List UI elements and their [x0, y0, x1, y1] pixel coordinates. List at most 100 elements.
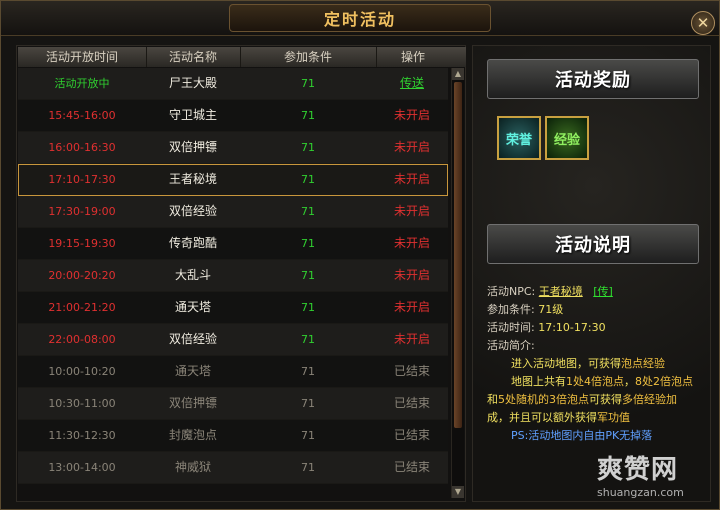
intro-text: 成，并且可以额外获得 — [487, 411, 597, 424]
activity-name: 通天塔 — [174, 300, 211, 314]
intro-text: 可获得 — [589, 393, 622, 406]
table-row[interactable]: 16:00-16:30 双倍押镖 71 未开启 — [18, 132, 448, 164]
condition-label: 参加条件: — [487, 303, 535, 316]
activity-time: 19:15-19:30 — [48, 237, 116, 250]
scroll-up-icon[interactable]: ▲ — [452, 68, 464, 80]
table-row[interactable]: 15:45-16:00 守卫城主 71 未开启 — [18, 100, 448, 132]
intro-line-3: 和5处随机的3倍泡点可获得多倍经验加 — [487, 391, 707, 409]
activity-table: 活动开放时间 活动名称 参加条件 操作 活动开放中 尸王大殿 71 传送 15:45-1… — [16, 45, 466, 502]
time-line: 活动时间: 17:10-17:30 — [487, 319, 707, 337]
activity-name: 传奇跑酷 — [168, 236, 217, 250]
table-row[interactable]: 20:00-20:20 大乱斗 71 未开启 — [18, 260, 448, 292]
window-title: 定时活动 — [229, 4, 491, 32]
activity-status: 未开启 — [393, 332, 430, 346]
activity-name: 双倍经验 — [168, 332, 217, 346]
table-row[interactable]: 10:00-10:20 通天塔 71 已结束 — [18, 356, 448, 388]
activity-time: 17:10-17:30 — [48, 173, 116, 186]
intro-highlight: 8处2倍泡点 — [635, 375, 693, 388]
activity-condition: 71 — [301, 461, 315, 474]
activity-name: 封魔泡点 — [168, 428, 217, 442]
table-row[interactable]: 13:00-14:00 神威狱 71 已结束 — [18, 452, 448, 484]
table-row[interactable]: 17:10-17:30 王者秘境 71 未开启 — [18, 164, 448, 196]
activity-name: 双倍押镖 — [168, 140, 217, 154]
intro-text: ， — [624, 375, 635, 388]
activity-condition: 71 — [301, 77, 315, 90]
activity-time: 20:00-20:20 — [48, 269, 116, 282]
activity-condition: 71 — [301, 301, 315, 314]
intro-line-2: 地图上共有1处4倍泡点，8处2倍泡点 — [487, 373, 707, 391]
header-name: 活动名称 — [146, 47, 241, 67]
activity-status: 已结束 — [393, 428, 430, 442]
scrollbar[interactable]: ▲ ▼ — [451, 68, 464, 498]
scroll-down-icon[interactable]: ▼ — [452, 486, 464, 498]
table-row[interactable]: 17:30-19:00 双倍经验 71 未开启 — [18, 196, 448, 228]
activity-status: 未开启 — [393, 204, 430, 218]
activity-status: 已结束 — [393, 460, 430, 474]
activity-condition: 71 — [301, 365, 315, 378]
activity-name: 双倍经验 — [168, 204, 217, 218]
activity-name: 双倍押镖 — [168, 396, 217, 410]
activity-status: 未开启 — [393, 172, 430, 186]
activity-name: 王者秘境 — [168, 172, 217, 186]
activity-condition: 71 — [301, 237, 315, 250]
activity-window: 定时活动 ✕ 活动开放时间 活动名称 参加条件 操作 活动开放中 尸王大殿 71 传送… — [0, 0, 720, 510]
watermark-logo: 爽赞网 shuangzan.com — [597, 449, 707, 501]
table-row[interactable]: 11:30-12:30 封魔泡点 71 已结束 — [18, 420, 448, 452]
intro-label: 活动简介: — [487, 339, 535, 352]
activity-condition: 71 — [301, 141, 315, 154]
activity-status: 未开启 — [393, 108, 430, 122]
table-row[interactable]: 21:00-21:20 通天塔 71 未开启 — [18, 292, 448, 324]
activity-condition: 71 — [301, 109, 315, 122]
watermark-url: shuangzan.com — [597, 486, 684, 499]
activity-status: 已结束 — [393, 396, 430, 410]
activity-name: 尸王大殿 — [168, 76, 217, 90]
reward-banner: 活动奖励 — [487, 59, 699, 99]
intro-highlight: 泡点经验 — [621, 357, 665, 370]
intro-highlight: 5处随机的3倍泡点 — [498, 393, 589, 406]
npc-teleport-link[interactable]: [传] — [593, 285, 613, 298]
intro-text: 进入活动地图，可获得 — [511, 357, 621, 370]
teleport-link[interactable]: 传送 — [376, 68, 448, 99]
intro-line-4: 成，并且可以额外获得军功值 — [487, 409, 707, 427]
table-row[interactable]: 活动开放中 尸王大殿 71 传送 — [18, 68, 448, 100]
activity-condition: 71 — [301, 205, 315, 218]
intro-line-1: 进入活动地图，可获得泡点经验 — [487, 355, 707, 373]
activity-condition: 71 — [301, 173, 315, 186]
time-label: 活动时间: — [487, 321, 535, 334]
header-operation: 操作 — [400, 50, 425, 64]
activity-name: 守卫城主 — [168, 108, 217, 122]
activity-time: 16:00-16:30 — [48, 141, 116, 154]
activity-condition: 71 — [301, 333, 315, 346]
intro-highlight: 军功值 — [597, 411, 630, 424]
npc-line: 活动NPC: 王者秘境 [传] — [487, 283, 707, 301]
activity-time: 10:30-11:00 — [48, 397, 116, 410]
close-button[interactable]: ✕ — [691, 11, 715, 35]
detail-panel: 活动奖励 荣誉 经验 活动说明 活动NPC: 王者秘境 [传] 参加条件: 71… — [472, 45, 711, 502]
activity-status: 未开启 — [393, 300, 430, 314]
table-row[interactable]: 10:30-11:00 双倍押镖 71 已结束 — [18, 388, 448, 420]
npc-link[interactable]: 王者秘境 — [539, 285, 583, 298]
activity-status: 未开启 — [393, 140, 430, 154]
honor-icon[interactable]: 荣誉 — [497, 116, 541, 160]
description-banner: 活动说明 — [487, 224, 699, 264]
npc-label: 活动NPC: — [487, 285, 536, 298]
header-time: 活动开放时间 — [18, 47, 147, 67]
header-condition: 参加条件 — [240, 47, 377, 67]
activity-time: 13:00-14:00 — [48, 461, 116, 474]
experience-icon[interactable]: 经验 — [545, 116, 589, 160]
activity-time: 10:00-10:20 — [48, 365, 116, 378]
title-bar: 定时活动 ✕ — [1, 1, 719, 36]
intro-highlight: 多倍经验加 — [622, 393, 677, 406]
activity-condition: 71 — [301, 269, 315, 282]
intro-text: 和 — [487, 393, 498, 406]
condition-value: 71级 — [538, 303, 564, 316]
intro-highlight: 1处4倍泡点 — [566, 375, 624, 388]
activity-time: 15:45-16:00 — [48, 109, 116, 122]
activity-condition: 71 — [301, 429, 315, 442]
table-row[interactable]: 19:15-19:30 传奇跑酷 71 未开启 — [18, 228, 448, 260]
intro-text: 地图上共有 — [511, 375, 566, 388]
watermark-brand: 爽赞网 — [597, 455, 679, 485]
scroll-thumb[interactable] — [454, 82, 462, 428]
activity-time: 17:30-19:00 — [48, 205, 116, 218]
table-row[interactable]: 22:00-08:00 双倍经验 71 未开启 — [18, 324, 448, 356]
